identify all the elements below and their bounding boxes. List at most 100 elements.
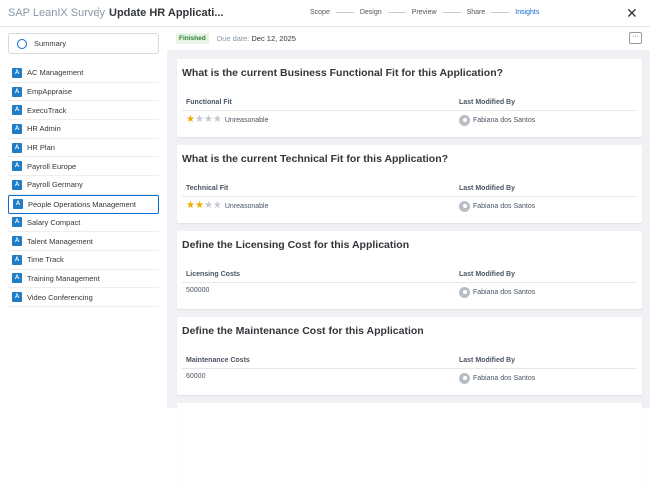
question-card: What is the current Technical Fit for th… [177,145,642,223]
field-value: 500000 [186,287,210,294]
avatar-icon [459,201,470,212]
application-badge-icon: A [12,236,22,247]
field-label: Functional Fit [186,99,232,106]
question-card: Define the Licensing Cost for this Appli… [177,231,642,309]
modified-by-cell: Fabiana dos Santos [459,373,535,384]
more-options-button[interactable]: ··· [629,32,642,44]
question-title: Define the Maintenance Cost for this App… [182,325,424,337]
modified-by-cell: Fabiana dos Santos [459,287,535,298]
sidebar-item-label: Video Conferencing [27,292,93,302]
sidebar-item-label: Salary Compact [27,217,81,227]
sidebar-item-label: AC Management [27,68,84,78]
application-badge-icon: A [12,142,22,153]
field-value-cell: ★ ★ ★ ★ Unreasonable [186,201,268,211]
field-value-cell: ★ ★ ★ ★ Unreasonable [186,115,268,125]
sidebar-item[interactable]: A Payroll Europe [8,157,159,177]
title-separator: | [97,6,100,18]
field-value-cell: 500000 [186,287,209,294]
close-icon[interactable]: ✕ [626,5,638,22]
question-title: What is the current Business Functional … [182,67,504,79]
application-badge-icon: A [12,254,22,265]
step-preview[interactable]: Preview [412,9,437,16]
divider [182,196,637,197]
summary-label: Summary [34,39,67,48]
brand-name: SAP LeanIX Survey [8,7,106,19]
star-icon: ★ [186,114,195,125]
modified-by-name: Fabiana dos Santos [473,375,536,382]
star-icon: ★ [212,114,222,125]
modified-by-cell: Fabiana dos Santos [459,115,535,126]
summary-button[interactable]: Summary [8,33,159,54]
application-badge-icon: A [12,86,22,97]
step-design[interactable]: Design [360,9,382,16]
pie-chart-icon [17,38,27,49]
step-nav: Scope Design Preview Share Insights [310,9,539,16]
modified-label: Last Modified By [459,99,516,106]
step-connector [491,12,510,13]
modified-by-cell: Fabiana dos Santos [459,201,535,212]
field-label: Maintenance Costs [186,357,250,364]
step-insights[interactable]: Insights [515,9,539,16]
modified-by-name: Fabiana dos Santos [473,203,536,210]
star-icon: ★ [194,200,204,211]
sidebar-item[interactable]: A Talent Management [8,232,159,251]
application-badge-icon: A [13,199,23,210]
field-label: Licensing Costs [186,271,241,278]
sidebar-item[interactable]: A AC Management [8,64,159,83]
divider [182,282,637,283]
sidebar-item[interactable]: A Payroll Germany [8,176,159,195]
question-card-partial [177,403,642,481]
star-icon: ★ [212,200,222,211]
application-badge-icon: A [12,217,22,228]
sidebar-item[interactable]: A People Operations Management [8,194,159,214]
step-share[interactable]: Share [467,9,486,16]
step-connector [387,12,406,13]
application-badge-icon: A [12,292,22,303]
avatar-icon [459,373,470,384]
sidebar-item-label: Payroll Europe [27,161,77,171]
star-icon: ★ [203,114,213,125]
sidebar-item[interactable]: A Training Management [8,270,159,289]
rating-value: Unreasonable [224,202,269,210]
due-date-value: Dec 12, 2025 [251,34,296,43]
application-badge-icon: A [12,179,22,190]
modified-label: Last Modified By [459,271,516,278]
divider [182,368,637,369]
modified-by-name: Fabiana dos Santos [473,289,536,296]
sidebar-item-label: ExecuTrack [27,105,67,115]
status-badge: Finished [176,33,209,44]
sidebar-item-label: HR Plan [27,143,55,153]
top-bar: SAP LeanIX Survey | Update HR Applicati.… [0,0,650,27]
field-label: Technical Fit [186,185,229,192]
divider [182,110,637,111]
application-badge-icon: A [12,123,22,134]
sidebar-item-label: Training Management [27,273,100,283]
sidebar-item[interactable]: A HR Admin [8,120,159,139]
question-card: What is the current Business Functional … [177,59,642,137]
sidebar-item-label: Payroll Germany [27,180,83,190]
step-scope[interactable]: Scope [310,9,330,16]
application-badge-icon: A [12,67,22,78]
sidebar-item-label: Talent Management [27,236,93,246]
sidebar-item[interactable]: A HR Plan [8,139,159,158]
due-date-label: Due date: [216,34,250,43]
sidebar-item[interactable]: A Time Track [8,251,159,270]
star-icon: ★ [194,114,204,125]
sidebar-item-label: People Operations Management [28,199,136,209]
status-bar: Finished Due date: Dec 12, 2025 ··· [167,27,650,50]
avatar-icon [459,115,470,126]
question-title: What is the current Technical Fit for th… [182,153,449,165]
due-date: Due date: Dec 12, 2025 [217,34,296,43]
sidebar-item[interactable]: A Video Conferencing [8,288,159,307]
step-connector [442,12,461,13]
question-card: Define the Maintenance Cost for this App… [177,317,642,395]
modified-label: Last Modified By [459,357,516,364]
field-value: 60000 [186,373,206,380]
avatar-icon [459,287,470,298]
sidebar-item[interactable]: A ExecuTrack [8,101,159,121]
sidebar-item-label: Time Track [27,255,64,265]
sidebar-item[interactable]: A EmpAppraise [8,83,159,102]
application-badge-icon: A [12,161,22,172]
star-icon: ★ [203,200,213,211]
sidebar-item[interactable]: A Salary Compact [8,214,159,233]
